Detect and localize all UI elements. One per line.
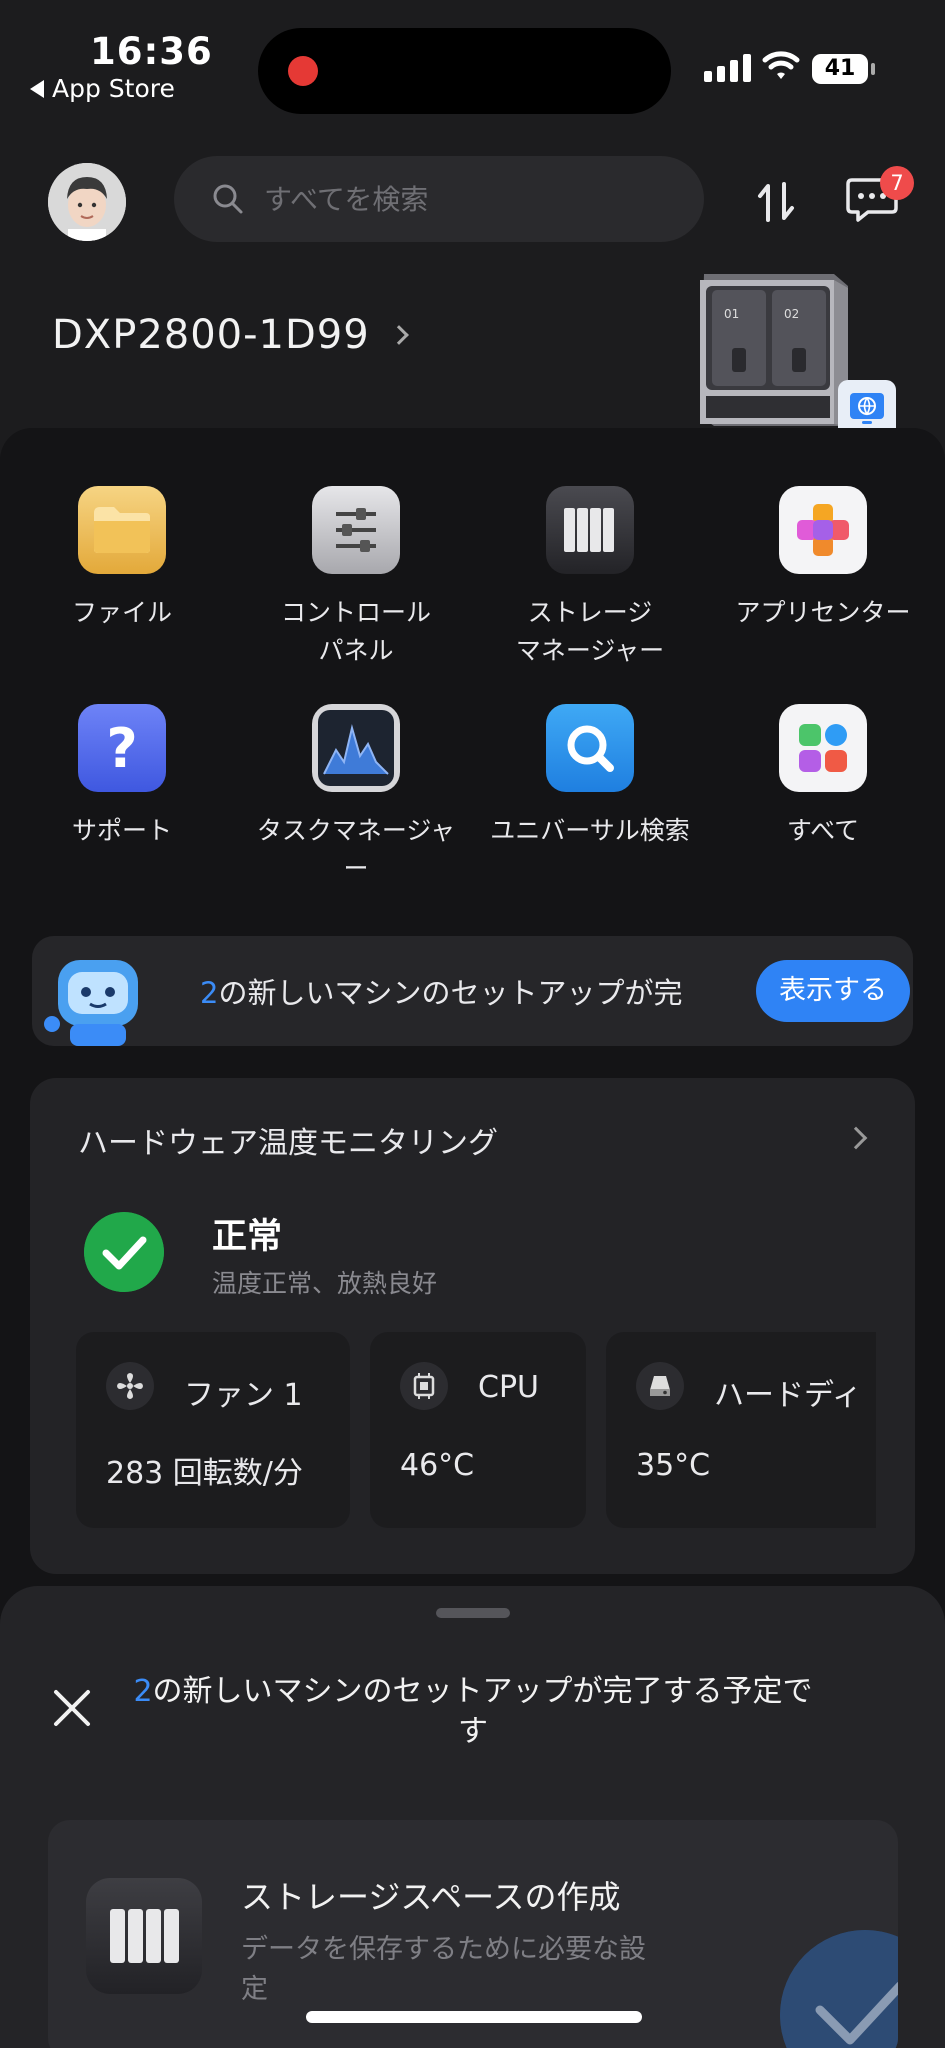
user-avatar[interactable]: [48, 163, 126, 241]
disk-icon: [636, 1362, 684, 1410]
cpu-icon: [400, 1362, 448, 1410]
app-label: コントロール パネル: [280, 598, 431, 665]
sensor-value: 283 回転数/分: [106, 1456, 303, 1491]
task-description: データを保存するために必要な設定: [241, 1934, 646, 2005]
app-label: タスクマネージャ ー: [256, 816, 456, 883]
checkmark-icon: [780, 1930, 898, 2048]
search-icon: [213, 184, 243, 214]
device-name: DXP2800-1D99: [52, 312, 370, 358]
app-label: アプリセンター: [735, 598, 911, 627]
task-monitor-icon: [312, 704, 400, 792]
status-time: 16:36: [90, 30, 213, 73]
battery-tip: [871, 63, 875, 75]
card-title: ハードウェア温度モニタリング: [78, 1126, 498, 1161]
cellular-signal-icon: [704, 52, 751, 82]
wifi-icon: [762, 51, 800, 79]
svg-text:01: 01: [724, 307, 739, 321]
app-storage-manager[interactable]: ストレージ マネージャー: [475, 486, 705, 670]
status-title: 正常: [212, 1217, 283, 1257]
banner-text: の新しいマシンのセットアップが完: [218, 976, 683, 1010]
avatar-face-icon: [48, 163, 126, 241]
back-app-label: App Store: [52, 74, 175, 103]
sensor-name: ハードディ: [714, 1378, 862, 1413]
app-support[interactable]: ? サポート: [7, 704, 237, 850]
back-arrow-icon: [30, 79, 44, 98]
banner-count: 2: [200, 976, 219, 1010]
fan-icon: [106, 1362, 154, 1410]
app-label: ファイル: [71, 598, 172, 627]
close-icon[interactable]: [50, 1686, 94, 1730]
nas-device-image: 01 02: [700, 274, 848, 426]
setup-bottom-sheet: 2の新しいマシンのセットアップが完了する予定です ストレージスペースの作成 デー…: [0, 1586, 945, 2048]
sensor-value: 46°C: [400, 1448, 475, 1483]
notification-badge: 7: [880, 166, 914, 200]
app-center-icon: [779, 486, 867, 574]
app-app-center[interactable]: アプリセンター: [708, 486, 938, 632]
dynamic-island: [258, 28, 671, 114]
all-apps-icon: [779, 704, 867, 792]
search-icon: [546, 704, 634, 792]
app-control-panel[interactable]: コントロール パネル: [241, 486, 471, 670]
app-task-manager[interactable]: タスクマネージャ ー: [241, 704, 471, 888]
show-button[interactable]: 表示する: [756, 960, 910, 1022]
setup-banner[interactable]: 2の新しいマシンのセットアップが完 表示する: [32, 936, 913, 1046]
app-label: サポート: [71, 816, 172, 845]
robot-mascot-icon: [44, 960, 138, 1046]
sensor-hard-disk: ハードディ 35°C: [606, 1332, 876, 1528]
sensor-name: ファン 1: [184, 1378, 303, 1413]
search-bar[interactable]: [174, 156, 704, 242]
chevron-right-icon[interactable]: [844, 1126, 868, 1150]
app-label: すべて: [786, 816, 860, 845]
globe-monitor-icon: [850, 393, 884, 424]
recording-dot-icon: [288, 56, 318, 86]
app-label: ストレージ マネージャー: [515, 598, 665, 665]
banner-message: 2の新しいマシンのセットアップが完: [200, 970, 740, 1012]
sheet-drag-handle[interactable]: [436, 1608, 510, 1618]
sliders-icon: [312, 486, 400, 574]
sheet-title-count: 2: [133, 1674, 153, 1709]
transfer-sort-icon[interactable]: [754, 180, 798, 224]
sensor-fan: ファン 1 283 回転数/分: [76, 1332, 350, 1528]
app-files[interactable]: ファイル: [7, 486, 237, 632]
question-icon: ?: [78, 704, 166, 792]
sheet-title: 2の新しいマシンのセットアップが完了する予定です: [120, 1672, 826, 1752]
status-bar: 16:36 App Store 41: [0, 0, 945, 114]
app-label: ユニバーサル検索: [490, 816, 690, 845]
folder-icon: [78, 486, 166, 574]
sensor-cpu: CPU 46°C: [370, 1332, 586, 1528]
status-detail: 温度正常、放熱良好: [212, 1269, 438, 1298]
storage-icon: [546, 486, 634, 574]
search-input[interactable]: [264, 182, 664, 216]
hardware-temperature-card[interactable]: ハードウェア温度モニタリング 正常 温度正常、放熱良好 ファン 1 283 回転…: [30, 1078, 915, 1574]
back-to-app-store[interactable]: App Store: [30, 74, 175, 103]
app-universal-search[interactable]: ユニバーサル検索: [475, 704, 705, 850]
chevron-right-icon: [388, 325, 409, 345]
task-title: ストレージスペースの作成: [241, 1878, 621, 1916]
sensor-name: CPU: [478, 1370, 539, 1405]
sensor-value: 35°C: [636, 1448, 711, 1483]
battery-indicator: 41: [812, 54, 868, 84]
check-circle-icon: [84, 1212, 164, 1292]
sheet-title-text: の新しいマシンのセットアップが完了する予定です: [152, 1674, 813, 1749]
svg-text:02: 02: [784, 307, 799, 321]
home-indicator[interactable]: [306, 2011, 642, 2023]
storage-icon: [86, 1878, 202, 1994]
app-all[interactable]: すべて: [708, 704, 938, 850]
device-selector[interactable]: DXP2800-1D99: [52, 312, 409, 358]
